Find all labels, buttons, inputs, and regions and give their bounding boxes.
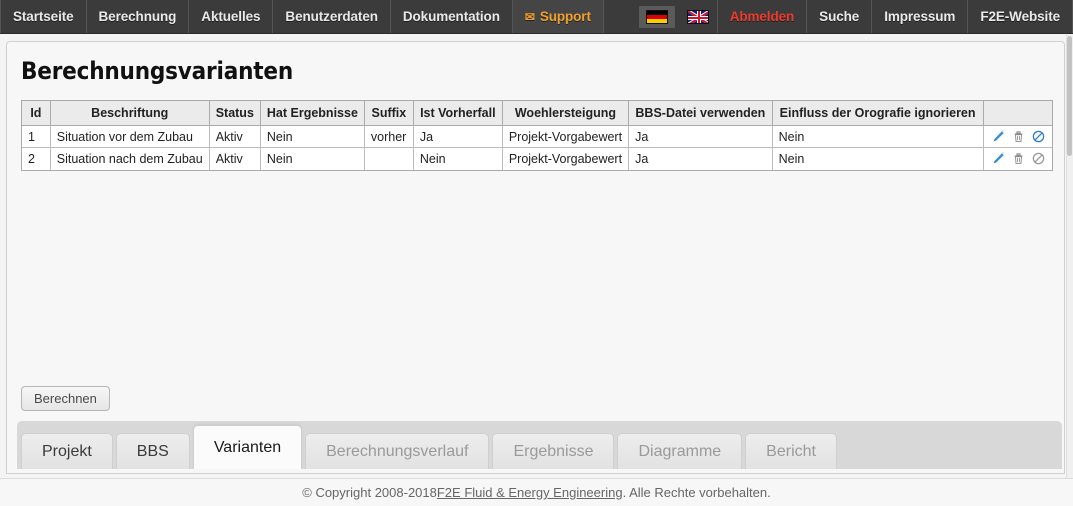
footer-copyright-suffix: . Alle Rechte vorbehalten. xyxy=(622,485,771,500)
varianten-table: Id Beschriftung Status Hat Ergebnisse Su… xyxy=(22,101,1052,170)
cell-ist-vorherfall: Ja xyxy=(413,125,503,148)
table-row[interactable]: 2 Situation nach dem Zubau Aktiv Nein Ne… xyxy=(22,147,1052,170)
nav-item-support-label: Support xyxy=(539,9,591,24)
cell-actions xyxy=(983,125,1052,148)
cell-status: Aktiv xyxy=(209,125,261,148)
column-header-orografie[interactable]: Einfluss der Orografie ignorieren xyxy=(772,101,984,126)
cell-hat-ergebnisse: Nein xyxy=(260,125,365,148)
cell-actions xyxy=(983,147,1052,170)
page-scrollbar-thumb[interactable] xyxy=(1067,36,1072,156)
tab-projekt[interactable]: Projekt xyxy=(21,433,113,469)
cell-id: 2 xyxy=(22,147,51,170)
nav-item-impressum[interactable]: Impressum xyxy=(872,0,969,33)
content-panel: Berechnungsvarianten Id Beschriftung Sta… xyxy=(6,41,1065,474)
delete-icon[interactable] xyxy=(1012,152,1025,165)
nav-item-dokumentation[interactable]: Dokumentation xyxy=(391,0,513,33)
disable-icon[interactable] xyxy=(1032,152,1045,165)
cell-woehlersteigung: Projekt-Vorgabewert xyxy=(502,125,630,148)
varianten-table-container: Id Beschriftung Status Hat Ergebnisse Su… xyxy=(21,100,1053,171)
cell-bbs-datei: Ja xyxy=(628,147,773,170)
tab-berechnungsverlauf: Berechnungsverlauf xyxy=(305,433,490,469)
envelope-icon: ✉ xyxy=(524,9,535,24)
cell-suffix xyxy=(364,147,414,170)
column-header-status[interactable]: Status xyxy=(209,101,261,126)
cell-id: 1 xyxy=(22,125,51,148)
delete-icon[interactable] xyxy=(1012,130,1025,143)
edit-icon[interactable] xyxy=(992,130,1005,143)
nav-item-benutzerdaten[interactable]: Benutzerdaten xyxy=(273,0,391,33)
column-header-beschriftung[interactable]: Beschriftung xyxy=(50,101,210,126)
tab-bar: Projekt BBS Varianten Berechnungsverlauf… xyxy=(17,421,1062,469)
tab-diagramme: Diagramme xyxy=(617,433,743,469)
edit-icon[interactable] xyxy=(992,152,1005,165)
cell-bbs-datei: Ja xyxy=(628,125,773,148)
footer-company-link[interactable]: F2E Fluid & Energy Engineering xyxy=(437,485,623,500)
nav-item-suche[interactable]: Suche xyxy=(807,0,873,33)
cell-beschriftung: Situation vor dem Zubau xyxy=(50,125,210,148)
table-row[interactable]: 1 Situation vor dem Zubau Aktiv Nein vor… xyxy=(22,125,1052,148)
tab-varianten[interactable]: Varianten xyxy=(192,425,303,469)
cell-beschriftung: Situation nach dem Zubau xyxy=(50,147,210,170)
table-header-row: Id Beschriftung Status Hat Ergebnisse Su… xyxy=(22,101,1052,126)
column-header-bbs-datei[interactable]: BBS-Datei verwenden xyxy=(628,101,773,126)
column-header-actions xyxy=(983,101,1052,126)
column-header-woehlersteigung[interactable]: Woehlersteigung xyxy=(502,101,630,126)
cell-ist-vorherfall: Nein xyxy=(413,147,503,170)
flag-de-icon[interactable] xyxy=(638,5,675,28)
page-title: Berechnungsvarianten xyxy=(21,57,293,85)
cell-orografie: Nein xyxy=(772,147,984,170)
flag-gb-glyph xyxy=(686,9,709,24)
top-navigation-bar: Startseite Berechnung Aktuelles Benutzer… xyxy=(0,0,1073,34)
nav-item-abmelden[interactable]: Abmelden xyxy=(718,0,808,33)
column-header-hat-ergebnisse[interactable]: Hat Ergebnisse xyxy=(260,101,365,126)
cell-woehlersteigung: Projekt-Vorgabewert xyxy=(502,147,630,170)
nav-item-aktuelles[interactable]: Aktuelles xyxy=(189,0,274,33)
nav-item-berechnung[interactable]: Berechnung xyxy=(87,0,190,33)
cell-suffix: vorher xyxy=(364,125,414,148)
tab-bericht: Bericht xyxy=(745,433,837,469)
cell-status: Aktiv xyxy=(209,147,261,170)
column-header-suffix[interactable]: Suffix xyxy=(364,101,414,126)
language-switcher xyxy=(631,0,718,33)
cell-orografie: Nein xyxy=(772,125,984,148)
column-header-ist-vorherfall[interactable]: Ist Vorherfall xyxy=(413,101,503,126)
nav-item-f2e-website[interactable]: F2E-Website xyxy=(968,0,1073,33)
flag-de-glyph xyxy=(645,9,668,24)
tab-bbs[interactable]: BBS xyxy=(115,433,190,469)
nav-item-startseite[interactable]: Startseite xyxy=(0,0,87,33)
disable-icon[interactable] xyxy=(1032,130,1045,143)
column-header-id[interactable]: Id xyxy=(22,101,51,126)
nav-item-support[interactable]: ✉ Support xyxy=(512,0,604,33)
cell-hat-ergebnisse: Nein xyxy=(260,147,365,170)
tab-ergebnisse: Ergebnisse xyxy=(492,433,615,469)
flag-gb-icon[interactable] xyxy=(686,9,709,24)
footer-copyright-prefix: © Copyright 2008-2018 xyxy=(302,485,437,500)
footer: © Copyright 2008-2018 F2E Fluid & Energy… xyxy=(0,478,1073,506)
berechnen-button[interactable]: Berechnen xyxy=(21,386,110,411)
